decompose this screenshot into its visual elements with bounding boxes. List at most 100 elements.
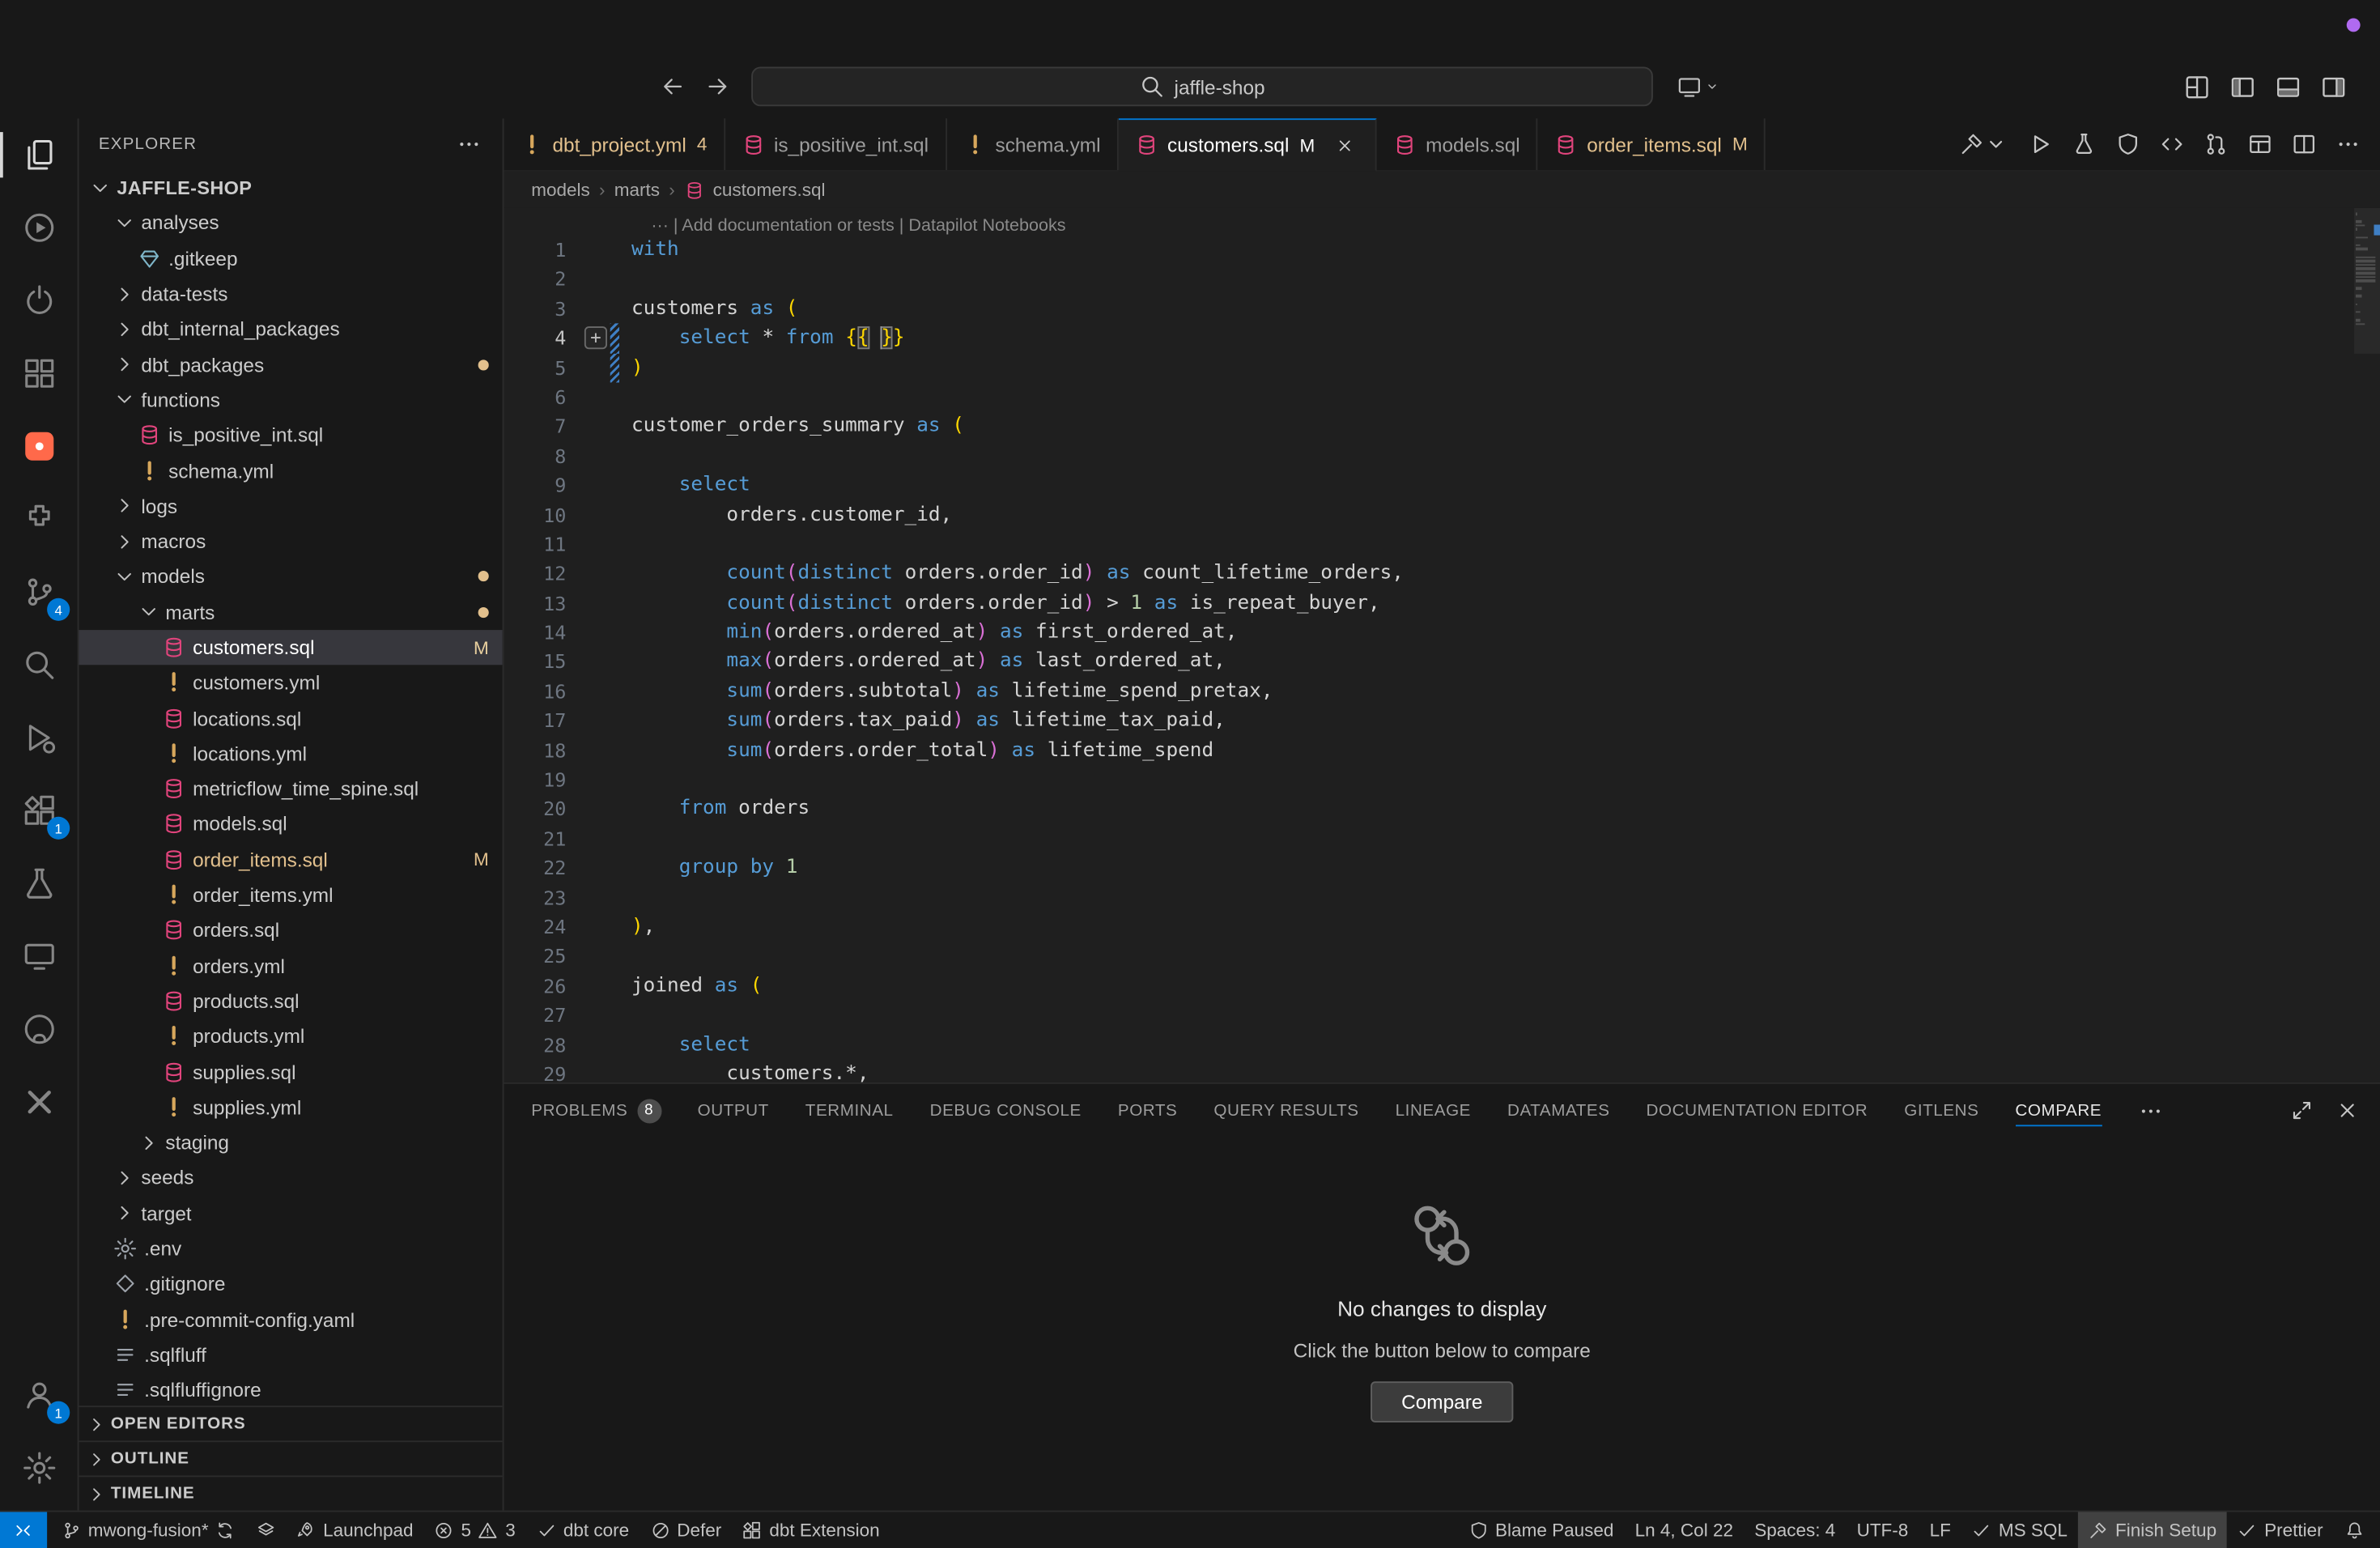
tree-item-staging[interactable]: staging <box>79 1125 503 1160</box>
tab-dbt-project-yml[interactable]: dbt_project.yml 4 <box>504 118 725 170</box>
panel-tab-datamates[interactable]: DATAMATES <box>1507 1084 1610 1138</box>
explorer-more-actions-icon[interactable] <box>457 132 481 156</box>
activity-accounts[interactable]: 1 <box>0 1359 78 1431</box>
panel-tab-gitlens[interactable]: GITLENS <box>1904 1084 1978 1138</box>
section-open-editors[interactable]: OPEN EDITORS <box>79 1406 503 1440</box>
navigate-forward-icon[interactable] <box>706 74 730 99</box>
status-dbt-core[interactable]: dbt core <box>526 1512 640 1548</box>
panel-tab-documentation-editor[interactable]: DOCUMENTATION EDITOR <box>1647 1084 1868 1138</box>
code-line-24[interactable]: 24 ), <box>504 912 2380 942</box>
compiled-code-button[interactable] <box>2160 132 2184 156</box>
tree-item-supplies-sql[interactable]: supplies.sql <box>79 1054 503 1090</box>
tree-item-target[interactable]: target <box>79 1196 503 1231</box>
activity-testing[interactable] <box>0 847 78 920</box>
code-line-4[interactable]: 4 + select * from {{ }} <box>504 324 2380 353</box>
chevron-right-icon[interactable] <box>137 1130 161 1155</box>
code-line-27[interactable]: 27 <box>504 1001 2380 1030</box>
tree-item-sqlfluff[interactable]: .sqlfluff <box>79 1337 503 1372</box>
code-line-12[interactable]: 12 count(distinct orders.order_id) as co… <box>504 559 2380 589</box>
code-line-29[interactable]: 29 customers.*, <box>504 1060 2380 1082</box>
compare-button[interactable]: Compare <box>1371 1381 1513 1423</box>
tab-customers-sql[interactable]: customers.sql M <box>1119 118 1377 172</box>
code-line-15[interactable]: 15 max(orders.ordered_at) as last_ordere… <box>504 648 2380 677</box>
git-pull-request-button[interactable] <box>2204 132 2229 156</box>
code-line-11[interactable]: 11 <box>504 529 2380 559</box>
chevron-down-icon[interactable] <box>113 388 137 412</box>
chevron-right-icon[interactable] <box>113 317 137 342</box>
breadcrumb-item-marts[interactable]: marts <box>614 179 660 200</box>
minimap[interactable] <box>2354 211 2380 1082</box>
activity-settings[interactable] <box>0 1431 78 1504</box>
tree-item-analyses[interactable]: analyses <box>79 206 503 241</box>
panel-more-tabs-icon[interactable] <box>2138 1099 2162 1123</box>
status-problems[interactable]: 53 <box>424 1512 526 1548</box>
activity-close-tools[interactable] <box>0 1065 78 1138</box>
status-language-mode[interactable]: MS SQL <box>1961 1512 2078 1548</box>
code-line-18[interactable]: 18 sum(orders.order_total) as lifetime_s… <box>504 736 2380 765</box>
code-line-28[interactable]: 28 select <box>504 1030 2380 1059</box>
panel-tab-lineage[interactable]: LINEAGE <box>1396 1084 1471 1138</box>
tree-item-jaffle-shop[interactable]: JAFFLE-SHOP <box>79 170 503 206</box>
tab-models-sql[interactable]: models.sql <box>1377 118 1538 170</box>
tree-item-logs[interactable]: logs <box>79 488 503 524</box>
code-line-16[interactable]: 16 sum(orders.subtotal) as lifetime_spen… <box>504 677 2380 706</box>
activity-remote-explorer[interactable] <box>0 920 78 993</box>
tree-item-data-tests[interactable]: data-tests <box>79 276 503 312</box>
status-encoding[interactable]: UTF-8 <box>1846 1512 1919 1548</box>
split-editor-button[interactable] <box>2292 132 2316 156</box>
activity-extensions[interactable]: 1 <box>0 774 78 847</box>
tree-item-products-sql[interactable]: products.sql <box>79 984 503 1019</box>
chevron-right-icon[interactable] <box>113 1166 137 1190</box>
panel-tab-query-results[interactable]: QUERY RESULTS <box>1213 1084 1358 1138</box>
status-remote[interactable] <box>0 1512 46 1548</box>
code-line-1[interactable]: 1 with <box>504 236 2380 265</box>
breadcrumb-item-file[interactable]: customers.sql <box>713 179 826 200</box>
activity-puzzle-extension[interactable] <box>0 483 78 555</box>
tree-item-supplies-yml[interactable]: supplies.yml <box>79 1090 503 1125</box>
code-line-19[interactable]: 19 <box>504 765 2380 794</box>
more-actions-button[interactable] <box>2336 132 2361 156</box>
security-scan-button[interactable] <box>2116 132 2140 156</box>
tree-item-metricflow-time-spine-sql[interactable]: metricflow_time_spine.sql <box>79 772 503 807</box>
panel-tab-ports[interactable]: PORTS <box>1118 1084 1178 1138</box>
code-line-6[interactable]: 6 <box>504 382 2380 411</box>
code-line-14[interactable]: 14 min(orders.ordered_at) as first_order… <box>504 618 2380 647</box>
code-line-2[interactable]: 2 <box>504 265 2380 294</box>
code-line-8[interactable]: 8 <box>504 441 2380 470</box>
code-line-10[interactable]: 10 orders.customer_id, <box>504 500 2380 529</box>
tree-item-dbt-packages[interactable]: dbt_packages <box>79 347 503 382</box>
run-tests-button[interactable] <box>2072 132 2096 156</box>
tree-item-orders-yml[interactable]: orders.yml <box>79 948 503 984</box>
code-line-22[interactable]: 22 group by 1 <box>504 853 2380 882</box>
screencast-control[interactable] <box>1677 74 1720 99</box>
tree-item-functions[interactable]: functions <box>79 382 503 418</box>
navigate-back-icon[interactable] <box>661 74 685 99</box>
panel-tab-output[interactable]: OUTPUT <box>698 1084 769 1138</box>
tree-item-order-items-yml[interactable]: order_items.yml <box>79 878 503 913</box>
chevron-right-icon[interactable] <box>113 352 137 376</box>
tree-item-customers-yml[interactable]: customers.yml <box>79 666 503 701</box>
tree-item-dbt-internal-packages[interactable]: dbt_internal_packages <box>79 312 503 347</box>
tree-item-models[interactable]: models <box>79 559 503 594</box>
status-finish-setup[interactable]: Finish Setup <box>2078 1512 2227 1548</box>
activity-run-and-debug[interactable] <box>0 701 78 774</box>
panel-tab-compare[interactable]: COMPARE <box>2015 1084 2102 1138</box>
code-line-21[interactable]: 21 <box>504 824 2380 853</box>
status-defer[interactable]: Defer <box>640 1512 732 1548</box>
code-line-17[interactable]: 17 sum(orders.tax_paid) as lifetime_tax_… <box>504 706 2380 735</box>
panel-tab-problems[interactable]: PROBLEMS8 <box>531 1084 661 1138</box>
status-notifications[interactable] <box>2334 1512 2374 1548</box>
codelens-actions[interactable]: ··· | Add documentation or tests | Datap… <box>651 208 2380 236</box>
code-line-5[interactable]: 5 ) <box>504 353 2380 382</box>
toggle-primary-sidebar-icon[interactable] <box>2229 74 2255 100</box>
customize-layout-icon[interactable] <box>2184 74 2210 100</box>
status-git-branch[interactable]: mwong-fusion* <box>51 1512 246 1548</box>
status-dbt-extension[interactable]: dbt Extension <box>732 1512 890 1548</box>
tab-order-items-sql[interactable]: order_items.sql M <box>1538 118 1766 170</box>
tree-item-customers-sql[interactable]: customers.sql M <box>79 630 503 666</box>
tree-item-gitkeep[interactable]: .gitkeep <box>79 240 503 276</box>
tab-schema-yml[interactable]: schema.yml <box>947 118 1120 170</box>
tree-item-is-positive-int-sql[interactable]: is_positive_int.sql <box>79 418 503 453</box>
activity-github[interactable] <box>0 993 78 1065</box>
close-icon[interactable] <box>1332 131 1359 159</box>
